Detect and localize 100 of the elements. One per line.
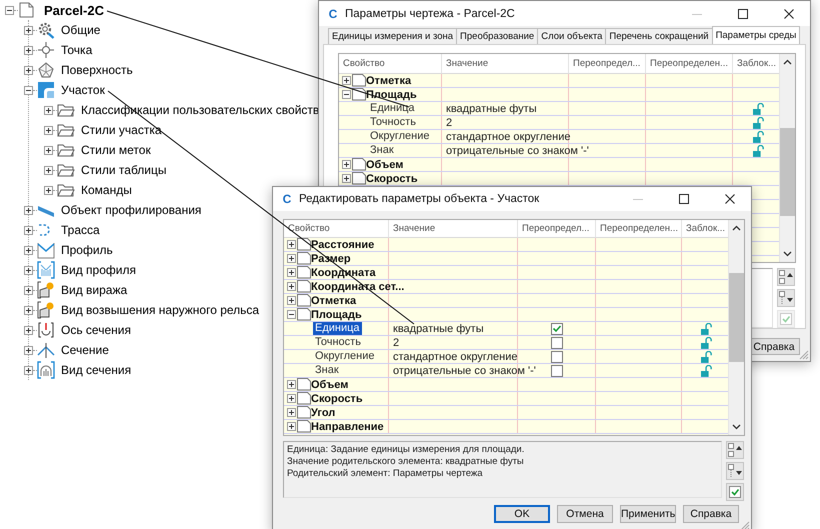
- scroll-down-icon[interactable]: [731, 422, 742, 431]
- scrollbar[interactable]: [779, 54, 795, 262]
- expand-toggle[interactable]: [44, 106, 53, 114]
- expand-toggle[interactable]: [24, 226, 33, 234]
- tab[interactable]: Единицы измерения и зона: [328, 28, 458, 44]
- collapse-toggle[interactable]: [5, 6, 14, 14]
- checkbox[interactable]: [550, 322, 562, 334]
- tree-item[interactable]: Сечение: [61, 343, 109, 357]
- group-name[interactable]: Отметка: [366, 74, 412, 86]
- expand-toggle[interactable]: [287, 422, 296, 431]
- collapse-toggle[interactable]: [287, 310, 296, 319]
- tree-item[interactable]: Вид возвышения наружного рельса: [61, 303, 260, 317]
- tree-item[interactable]: Профиль: [61, 243, 113, 257]
- tree-item[interactable]: Вид профиля: [61, 263, 136, 277]
- group-name[interactable]: Объем: [311, 378, 348, 390]
- close-icon[interactable]: [784, 8, 794, 18]
- group-name[interactable]: Скорость: [311, 392, 363, 404]
- check-button[interactable]: [726, 483, 744, 501]
- open-padlock-icon[interactable]: [752, 130, 764, 142]
- expand-toggle[interactable]: [287, 240, 296, 249]
- tree-item[interactable]: Стили таблицы: [81, 163, 166, 177]
- maximize-icon[interactable]: [679, 194, 689, 204]
- collapse-toggle[interactable]: [24, 86, 33, 94]
- open-padlock-icon[interactable]: [701, 336, 712, 348]
- close-icon[interactable]: [725, 194, 735, 204]
- expand-toggle[interactable]: [24, 266, 33, 274]
- tree-item[interactable]: Точка: [61, 43, 92, 57]
- expand-toggle[interactable]: [24, 346, 33, 354]
- checkbox[interactable]: [550, 364, 562, 376]
- expand-toggle[interactable]: [24, 46, 33, 54]
- scrollbar[interactable]: [728, 220, 744, 435]
- collapse-all-button[interactable]: [726, 441, 744, 459]
- property-name[interactable]: Точность: [368, 116, 418, 129]
- open-padlock-icon[interactable]: [701, 322, 712, 334]
- property-name[interactable]: Знак: [368, 144, 396, 157]
- resize-grip-icon[interactable]: [797, 348, 809, 360]
- expand-toggle[interactable]: [287, 408, 296, 417]
- tree-item[interactable]: Parcel-2C: [44, 2, 104, 18]
- checkbox[interactable]: [550, 350, 562, 362]
- expand-toggle[interactable]: [287, 380, 296, 389]
- tree-item[interactable]: Объект профилирования: [61, 203, 202, 217]
- tree-item[interactable]: Стили меток: [81, 143, 151, 157]
- checkbox[interactable]: [550, 336, 562, 348]
- expand-toggle[interactable]: [44, 186, 53, 194]
- property-name[interactable]: Единица: [368, 102, 417, 115]
- collapse-toggle[interactable]: [342, 90, 351, 99]
- expand-toggle[interactable]: [342, 174, 351, 183]
- expand-toggle[interactable]: [287, 296, 296, 305]
- property-name[interactable]: Округление: [368, 130, 432, 143]
- expand-toggle[interactable]: [24, 66, 33, 74]
- expand-toggle[interactable]: [24, 366, 33, 374]
- expand-toggle[interactable]: [24, 246, 33, 254]
- group-name[interactable]: Направление: [311, 420, 384, 432]
- tab[interactable]: Перечень сокращений: [605, 28, 713, 44]
- expand-toggle[interactable]: [24, 206, 33, 214]
- open-padlock-icon[interactable]: [701, 350, 712, 362]
- tree-item[interactable]: Ось сечения: [61, 323, 131, 337]
- scroll-down-icon[interactable]: [782, 249, 793, 258]
- expand-toggle[interactable]: [342, 76, 351, 85]
- expand-toggle[interactable]: [44, 126, 53, 134]
- group-name[interactable]: Площадь: [311, 308, 362, 320]
- dialog-button[interactable]: Справка: [683, 505, 739, 523]
- expand-toggle[interactable]: [287, 268, 296, 277]
- expand-toggle[interactable]: [24, 326, 33, 334]
- dialog-button[interactable]: Применить: [620, 505, 676, 523]
- tab[interactable]: Преобразование: [456, 28, 538, 44]
- expand-toggle[interactable]: [287, 282, 296, 291]
- scroll-up-icon[interactable]: [782, 58, 793, 67]
- open-padlock-icon[interactable]: [701, 364, 712, 376]
- maximize-icon[interactable]: [738, 8, 748, 18]
- expand-toggle[interactable]: [342, 160, 351, 169]
- tree-item[interactable]: Вид виража: [61, 283, 128, 297]
- tree-item[interactable]: Стили участка: [81, 123, 162, 137]
- collapse-all-button[interactable]: [777, 268, 795, 286]
- property-name[interactable]: Точность: [313, 336, 363, 349]
- tree-item[interactable]: Трасса: [61, 223, 100, 237]
- tree-item[interactable]: Общие: [61, 23, 100, 37]
- expand-all-button[interactable]: [726, 462, 744, 480]
- tree-item[interactable]: Вид сечения: [61, 363, 132, 377]
- dialog-button[interactable]: OK: [494, 505, 550, 523]
- group-name[interactable]: Скорость: [366, 172, 418, 184]
- expand-all-button[interactable]: [777, 289, 795, 307]
- open-padlock-icon[interactable]: [752, 144, 764, 156]
- expand-toggle[interactable]: [24, 306, 33, 314]
- expand-toggle[interactable]: [44, 146, 53, 154]
- scroll-up-icon[interactable]: [731, 224, 742, 233]
- open-padlock-icon[interactable]: [752, 116, 764, 128]
- expand-toggle[interactable]: [24, 286, 33, 294]
- group-name[interactable]: Расстояние: [311, 238, 374, 250]
- group-name[interactable]: Угол: [311, 406, 336, 418]
- tree-item[interactable]: Участок: [61, 83, 105, 97]
- property-name[interactable]: Единица: [313, 322, 362, 335]
- group-name[interactable]: Отметка: [311, 294, 356, 306]
- expand-toggle[interactable]: [287, 394, 296, 403]
- property-name[interactable]: Знак: [313, 364, 341, 377]
- tree-item[interactable]: Команды: [81, 183, 132, 197]
- open-padlock-icon[interactable]: [752, 102, 764, 114]
- dialog-button[interactable]: Отмена: [557, 505, 613, 523]
- tree-item[interactable]: Поверхность: [61, 63, 133, 77]
- group-name[interactable]: Объем: [366, 158, 404, 170]
